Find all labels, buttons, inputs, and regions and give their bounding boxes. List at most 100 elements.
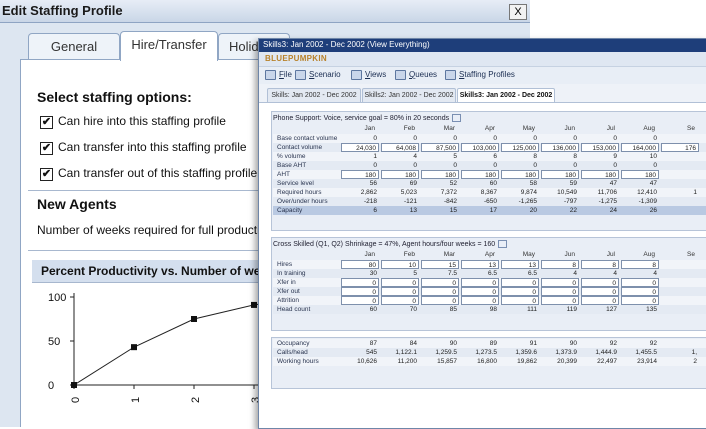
table-cell: 91 [529, 340, 537, 347]
table-cell[interactable]: 64,008 [381, 143, 419, 152]
table-cell[interactable]: 87,500 [421, 143, 459, 152]
row-label: Hires [277, 261, 293, 268]
table-cell[interactable]: 0 [501, 296, 539, 305]
table-cell: 127 [606, 306, 617, 313]
table-cell: 0 [653, 135, 657, 142]
table-cell[interactable] [661, 260, 699, 269]
table-cell[interactable]: 180 [621, 170, 659, 179]
table-cell[interactable]: 0 [421, 287, 459, 296]
table-cell: 98 [489, 306, 497, 313]
table-cell[interactable]: 0 [621, 287, 659, 296]
table-cell[interactable]: 0 [421, 296, 459, 305]
row-label: Capacity [277, 207, 303, 214]
menu-staffing-profiles[interactable]: Staffing Profiles [445, 70, 515, 80]
menu-views[interactable]: Views [351, 70, 386, 80]
table-cell[interactable] [661, 170, 699, 179]
table-cell[interactable]: 0 [341, 296, 379, 305]
tab-hire-transfer[interactable]: Hire/Transfer [120, 31, 218, 61]
table-cell[interactable]: 0 [461, 278, 499, 287]
table-cell[interactable]: 0 [621, 296, 659, 305]
x-tick-label: 2 [190, 397, 202, 403]
transfer-into-checkbox[interactable]: ✔ [40, 142, 53, 155]
table-cell: 2 [693, 358, 697, 365]
table-cell[interactable]: 0 [341, 287, 379, 296]
table-cell[interactable]: 8 [541, 260, 579, 269]
table-cell[interactable]: 180 [581, 170, 619, 179]
table-cell[interactable]: 24,030 [341, 143, 379, 152]
transfer-out-checkbox[interactable]: ✔ [40, 168, 53, 181]
table-cell[interactable]: 164,000 [621, 143, 659, 152]
hire-into-checkbox[interactable]: ✔ [40, 116, 53, 129]
x-tick-label: 0 [70, 397, 82, 403]
table-cell[interactable]: 125,000 [501, 143, 539, 152]
table-cell[interactable]: 80 [341, 260, 379, 269]
table-cell[interactable]: 0 [581, 287, 619, 296]
edit-icon[interactable] [498, 240, 508, 248]
table-cell[interactable]: 180 [461, 170, 499, 179]
doc-tab-skills[interactable]: Skills: Jan 2002 - Dec 2002 [267, 88, 361, 102]
table-cell[interactable]: 180 [501, 170, 539, 179]
row-label: Contact volume [277, 144, 323, 151]
table-cell[interactable]: 0 [501, 278, 539, 287]
table-cell[interactable]: 8 [581, 260, 619, 269]
table-cell[interactable]: 0 [541, 278, 579, 287]
table-cell[interactable]: 136,000 [541, 143, 579, 152]
table-cell[interactable]: 0 [461, 296, 499, 305]
table-cell[interactable]: 103,000 [461, 143, 499, 152]
tab-general[interactable]: General [28, 33, 120, 60]
table-cell[interactable]: 180 [421, 170, 459, 179]
menu-queues[interactable]: Queues [395, 70, 437, 80]
table-cell: 60 [369, 306, 377, 313]
table-cell: -797 [563, 198, 577, 205]
row-label: Head count [277, 306, 311, 313]
table-cell[interactable]: 0 [421, 278, 459, 287]
table-cell[interactable]: 0 [381, 296, 419, 305]
table-cell[interactable]: 8 [621, 260, 659, 269]
close-button[interactable]: X [509, 4, 527, 20]
table-cell: 4 [613, 270, 617, 277]
doc-tab-skills2[interactable]: Skills2: Jan 2002 - Dec 2002 [362, 88, 456, 102]
document-tabs: Skills: Jan 2002 - Dec 2002 Skills2: Jan… [259, 84, 706, 102]
table-cell[interactable]: 0 [581, 296, 619, 305]
table-cell[interactable]: 13 [501, 260, 539, 269]
menu-scenario[interactable]: Scenario [295, 70, 341, 80]
table-cell[interactable]: 0 [381, 278, 419, 287]
table-cell[interactable] [661, 296, 699, 305]
row-label: Base AHT [277, 162, 307, 169]
table-cell[interactable]: 0 [501, 287, 539, 296]
table-cell: 0 [613, 135, 617, 142]
table-cell [661, 339, 699, 348]
doc-tab-skills3[interactable]: Skills3: Jan 2002 - Dec 2002 [457, 88, 555, 102]
table-cell[interactable]: 13 [461, 260, 499, 269]
chart-title: Percent Productivity vs. Number of we [41, 264, 261, 278]
row-label: Occupancy [277, 340, 310, 347]
table-cell[interactable]: 0 [541, 287, 579, 296]
table-cell[interactable]: 10 [381, 260, 419, 269]
table-cell[interactable]: 0 [541, 296, 579, 305]
table-cell[interactable]: 0 [381, 287, 419, 296]
brand-bar: BLUEPUMPKIN [259, 52, 706, 66]
table-cell[interactable] [661, 278, 699, 287]
month-header: Jan [364, 251, 375, 258]
month-header: Jun [564, 125, 575, 132]
table-cell[interactable]: 180 [341, 170, 379, 179]
month-header: May [522, 251, 535, 258]
table-cell: 1,259.5 [435, 349, 457, 356]
table-cell[interactable]: 0 [341, 278, 379, 287]
table-cell[interactable]: 15 [421, 260, 459, 269]
table-cell[interactable]: 176 [661, 143, 699, 152]
menu-file[interactable]: File [265, 70, 292, 80]
edit-icon[interactable] [452, 114, 462, 122]
table-cell: 30 [369, 270, 377, 277]
table-cell[interactable]: 153,000 [581, 143, 619, 152]
table-cell[interactable]: 0 [621, 278, 659, 287]
table-cell[interactable]: 0 [581, 278, 619, 287]
table-cell[interactable]: 180 [381, 170, 419, 179]
table-cell: 12,410 [637, 189, 657, 196]
table-cell[interactable]: 180 [541, 170, 579, 179]
table-cell: 1,273.5 [475, 349, 497, 356]
table-cell[interactable]: 0 [461, 287, 499, 296]
file-icon [265, 70, 276, 80]
table-cell[interactable] [661, 287, 699, 296]
table-cell: 119 [566, 306, 577, 313]
